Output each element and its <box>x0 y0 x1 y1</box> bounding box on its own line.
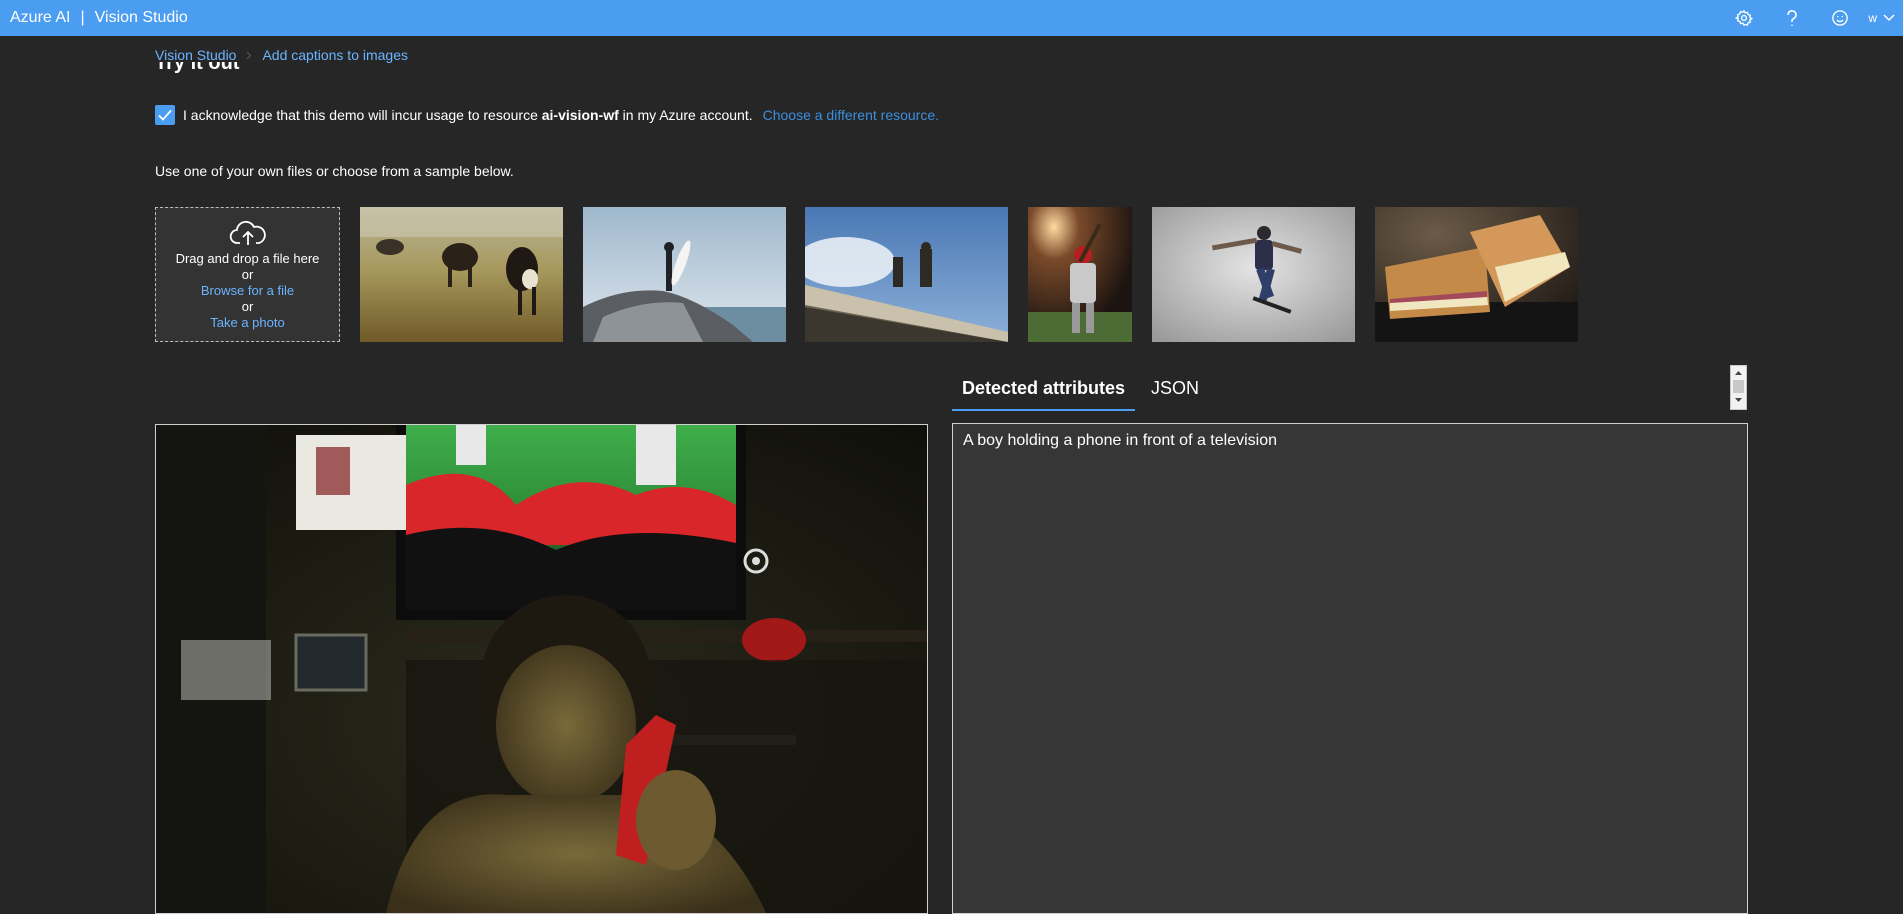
caret-down-icon <box>1735 398 1742 402</box>
scroll-thumb[interactable] <box>1733 380 1744 393</box>
app-brand[interactable]: Azure AI | Vision Studio <box>0 9 188 27</box>
feedback-smiley-icon <box>1832 10 1849 26</box>
breadcrumb-add-captions[interactable]: Add captions to images <box>262 47 408 63</box>
analyzed-image <box>155 424 928 914</box>
top-bar-actions: w <box>1720 0 1903 36</box>
acknowledge-text-before: I acknowledge that this demo will incur … <box>183 107 542 123</box>
breadcrumb: Vision Studio Add captions to images <box>155 47 408 63</box>
tab-json[interactable]: JSON <box>1141 370 1209 411</box>
settings-button[interactable] <box>1720 0 1768 36</box>
chevron-down-icon <box>1883 14 1895 22</box>
sample-image-surfer[interactable] <box>583 207 786 342</box>
drag-drop-text: Drag and drop a file here <box>175 250 320 266</box>
tab-detected-attributes[interactable]: Detected attributes <box>952 370 1136 411</box>
acknowledge-text: I acknowledge that this demo will incur … <box>183 107 753 123</box>
scroll-down-arrow[interactable] <box>1731 393 1746 407</box>
user-initial: w <box>1868 11 1877 25</box>
acknowledge-text-after: in my Azure account. <box>618 107 753 123</box>
sample-image-skateboarder[interactable] <box>1152 207 1355 342</box>
product-name: Vision Studio <box>94 9 188 26</box>
breadcrumb-vision-studio[interactable]: Vision Studio <box>155 47 236 63</box>
browse-file-link[interactable]: Browse for a file <box>201 283 294 299</box>
scroll-up-arrow[interactable] <box>1731 366 1746 380</box>
sample-image-building[interactable] <box>805 207 1008 342</box>
settings-gear-icon <box>1735 9 1754 27</box>
help-button[interactable] <box>1768 0 1816 36</box>
acknowledge-checkbox[interactable] <box>155 105 175 125</box>
section-heading-text: Try it out <box>155 62 240 74</box>
checkmark-icon <box>158 109 172 121</box>
section-heading: Try it out <box>155 62 455 82</box>
resource-name: ai-vision-wf <box>541 107 619 123</box>
account-menu[interactable]: w <box>1864 0 1903 36</box>
upload-instructions: Use one of your own files or choose from… <box>155 163 514 179</box>
help-question-icon <box>1787 9 1798 27</box>
chevron-right-icon <box>247 51 252 59</box>
upload-dropzone[interactable]: Drag and drop a file here or Browse for … <box>155 207 340 342</box>
or-text: or <box>241 298 254 314</box>
sample-image-cows[interactable] <box>360 207 563 342</box>
tabs-scrollbar[interactable] <box>1730 365 1747 410</box>
brand-separator: | <box>80 9 85 26</box>
acknowledge-row: I acknowledge that this demo will incur … <box>155 105 939 125</box>
sample-image-baseball[interactable] <box>1028 207 1132 342</box>
generated-caption: A boy holding a phone in front of a tele… <box>963 432 1277 449</box>
top-bar: Azure AI | Vision Studio w <box>0 0 1903 36</box>
feedback-button[interactable] <box>1816 0 1864 36</box>
breadcrumb-separator <box>246 51 252 60</box>
or-text: or <box>241 266 254 282</box>
result-tabs: Detected attributes JSON <box>952 370 1209 411</box>
sample-image-sandwich[interactable] <box>1375 207 1578 342</box>
results-panel: A boy holding a phone in front of a tele… <box>952 423 1748 914</box>
cloud-upload-icon <box>229 220 266 245</box>
take-photo-link[interactable]: Take a photo <box>210 315 284 331</box>
choose-resource-link[interactable]: Choose a different resource. <box>763 107 939 123</box>
caret-up-icon <box>1735 371 1742 375</box>
brand-name: Azure AI <box>10 9 71 26</box>
